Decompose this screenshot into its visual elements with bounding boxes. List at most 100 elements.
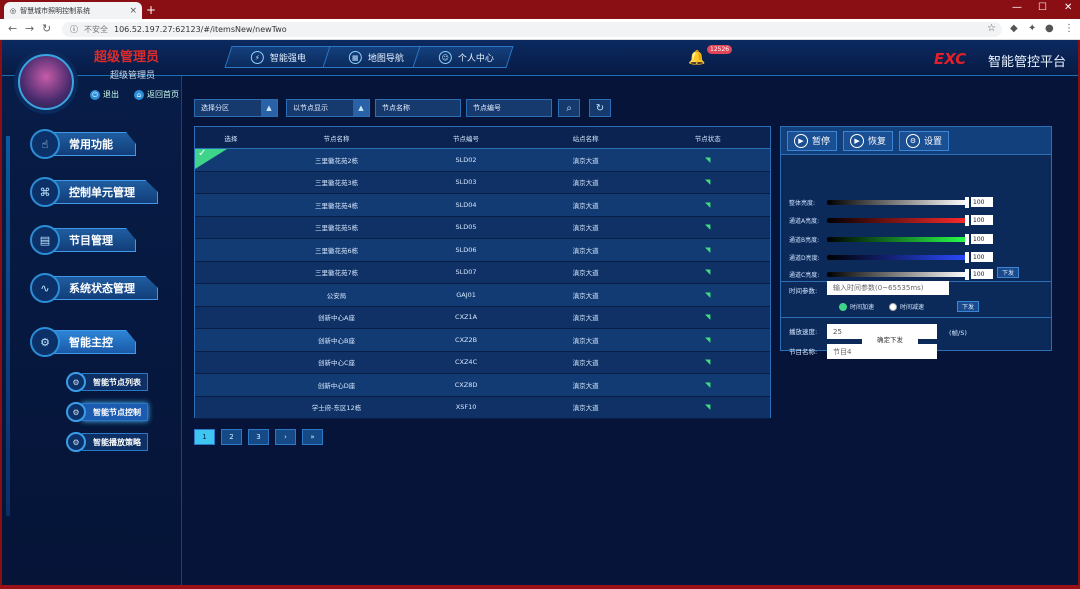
submenu-node-list[interactable]: ⚙ 智能节点列表: [66, 372, 148, 392]
node-name-cell: 三里徽花苑4栋: [314, 201, 359, 210]
brightness-slider[interactable]: [827, 233, 969, 245]
time-param-input[interactable]: 输入时间参数(0~65535ms): [827, 281, 949, 295]
table-row[interactable]: 三里徽花苑5栋 SLD05 滇京大道 ◥: [195, 216, 770, 239]
zone-select[interactable]: 选择分区 ▲: [194, 99, 278, 117]
settings-button[interactable]: ⚙ 设置: [899, 130, 950, 151]
slider-handle[interactable]: [965, 214, 969, 226]
last-page[interactable]: »: [302, 429, 323, 445]
nav-power-label: 智能强电: [270, 53, 307, 64]
table-row[interactable]: 公安局 GAJ01 滇京大道 ◥: [195, 284, 770, 307]
page-2[interactable]: 2: [221, 429, 242, 445]
slider-value[interactable]: 100: [971, 215, 993, 225]
node-code-cell: SLD06: [455, 245, 477, 254]
row-select-cell[interactable]: [195, 217, 267, 239]
site-name-cell: 滇京大道: [572, 156, 599, 165]
table-row[interactable]: 三里徽花苑6栋 SLD06 滇京大道 ◥: [195, 239, 770, 262]
table-row[interactable]: 三里徽花苑7栋 SLD07 滇京大道 ◥: [195, 261, 770, 284]
row-select-cell[interactable]: [195, 374, 267, 396]
row-select-cell[interactable]: [195, 172, 267, 194]
resume-button[interactable]: ▶ 恢复: [843, 130, 894, 151]
profile-icon[interactable]: ●: [1045, 23, 1054, 34]
pause-button[interactable]: ▶ 暂停: [787, 130, 838, 151]
table-row[interactable]: 三里徽花苑4栋 SLD04 滇京大道 ◥: [195, 194, 770, 217]
menu-system-status[interactable]: ∿ 系统状态管理: [30, 273, 158, 303]
home-link[interactable]: ⌂ 返回首页: [134, 89, 179, 100]
menu-dots-icon[interactable]: ⋮: [1064, 23, 1074, 34]
submenu-play-strategy[interactable]: ⚙ 智能播放策略: [66, 432, 148, 452]
reload-icon[interactable]: ↻: [42, 22, 51, 35]
submenu-node-control[interactable]: ⚙ 智能节点控制: [66, 402, 148, 422]
row-select-cell[interactable]: [195, 352, 267, 374]
maximize-icon[interactable]: ☐: [1038, 2, 1047, 13]
radio-decelerate[interactable]: 时间减速: [889, 302, 924, 311]
forward-icon[interactable]: →: [25, 22, 34, 35]
row-select-cell[interactable]: ✓: [195, 148, 267, 171]
slider-value[interactable]: 100: [971, 197, 993, 207]
brightness-slider[interactable]: [827, 196, 969, 208]
menu-smart-control[interactable]: ⚙ 智能主控: [30, 327, 136, 357]
node-status-cell: ◥: [645, 217, 770, 239]
url-input[interactable]: ⓘ 不安全 106.52.197.27:62123/#/itemsNew/new…: [62, 22, 1002, 37]
new-tab-button[interactable]: +: [146, 3, 156, 17]
page-3[interactable]: 3: [248, 429, 269, 445]
minimize-icon[interactable]: —: [1012, 2, 1022, 13]
row-select-cell[interactable]: [195, 194, 267, 216]
slider-value[interactable]: 100: [971, 234, 993, 244]
menu-common[interactable]: ☝ 常用功能: [30, 129, 136, 159]
slider-handle[interactable]: [965, 233, 969, 245]
close-window-icon[interactable]: ✕: [1064, 2, 1072, 13]
menu-system-status-label: 系统状态管理: [54, 276, 158, 300]
row-select-cell[interactable]: [195, 307, 267, 329]
node-code-cell: SLD03: [455, 178, 477, 187]
search-button[interactable]: ⌕: [558, 99, 580, 117]
table-row[interactable]: 三里徽花苑3栋 SLD03 滇京大道 ◥: [195, 171, 770, 194]
extension-icon[interactable]: ◆: [1010, 23, 1018, 34]
settings-label: 设置: [924, 137, 943, 147]
nav-map[interactable]: ▦ 地图导航: [322, 46, 426, 68]
node-code-cell: XSF10: [455, 403, 477, 412]
row-select-cell[interactable]: [195, 239, 267, 261]
globe-icon: ◎: [10, 6, 17, 15]
table-row[interactable]: 创新中心A座 CXZ1A 滇京大道 ◥: [195, 306, 770, 329]
node-code-input[interactable]: 节点编号: [466, 99, 552, 117]
slider-value[interactable]: 100: [971, 252, 993, 262]
row-select-cell[interactable]: [195, 262, 267, 284]
brightness-slider[interactable]: [827, 268, 969, 280]
send-time-button[interactable]: 下发: [957, 301, 979, 312]
signal-icon: ◥: [705, 313, 711, 322]
table-row[interactable]: 创新中心D座 CXZ8D 滇京大道 ◥: [195, 374, 770, 397]
slider-handle[interactable]: [965, 196, 969, 208]
table-row[interactable]: 创新中心C座 CXZ4C 滇京大道 ◥: [195, 351, 770, 374]
row-select-cell[interactable]: [195, 329, 267, 351]
nav-power[interactable]: ⚡ 智能强电: [224, 46, 336, 68]
menu-programs[interactable]: ▤ 节目管理: [30, 225, 136, 255]
slider-value[interactable]: 100: [971, 269, 993, 279]
logout-link[interactable]: ⏻ 退出: [90, 89, 119, 100]
program-input[interactable]: 节目4: [827, 344, 937, 359]
brightness-slider[interactable]: [827, 214, 969, 226]
menu-control-units[interactable]: ⌘ 控制单元管理: [30, 177, 158, 207]
slider-handle[interactable]: [965, 268, 969, 280]
back-icon[interactable]: ←: [8, 22, 17, 35]
node-name-input[interactable]: 节点名称: [375, 99, 461, 117]
row-select-cell[interactable]: [195, 284, 267, 306]
confirm-send-button[interactable]: 确定下发: [862, 331, 918, 346]
display-select[interactable]: 以节点显示 ▲: [286, 99, 370, 117]
bell-icon[interactable]: 🔔: [688, 50, 705, 66]
table-row[interactable]: 学士府-东区12栋 XSF10 滇京大道 ◥: [195, 396, 770, 419]
star-icon[interactable]: ☆: [987, 23, 996, 34]
slider-handle[interactable]: [965, 251, 969, 263]
browser-tab[interactable]: ◎ 智慧城市照明控制系统 ×: [4, 2, 142, 19]
brightness-slider[interactable]: [827, 251, 969, 263]
puzzle-icon[interactable]: ✦: [1028, 23, 1036, 34]
page-1[interactable]: 1: [194, 429, 215, 445]
send-brightness-button[interactable]: 下发: [997, 267, 1019, 278]
row-select-cell[interactable]: [195, 397, 267, 419]
radio-accelerate[interactable]: 时间加速: [839, 302, 874, 311]
nav-profile[interactable]: ☺ 个人中心: [412, 46, 514, 68]
refresh-button[interactable]: ↻: [589, 99, 611, 117]
close-tab-icon[interactable]: ×: [129, 6, 137, 16]
table-row[interactable]: ✓ 三里徽花苑2栋 SLD02 滇京大道 ◥: [195, 148, 770, 172]
next-page[interactable]: ›: [275, 429, 296, 445]
table-row[interactable]: 创新中心B座 CXZ2B 滇京大道 ◥: [195, 329, 770, 352]
